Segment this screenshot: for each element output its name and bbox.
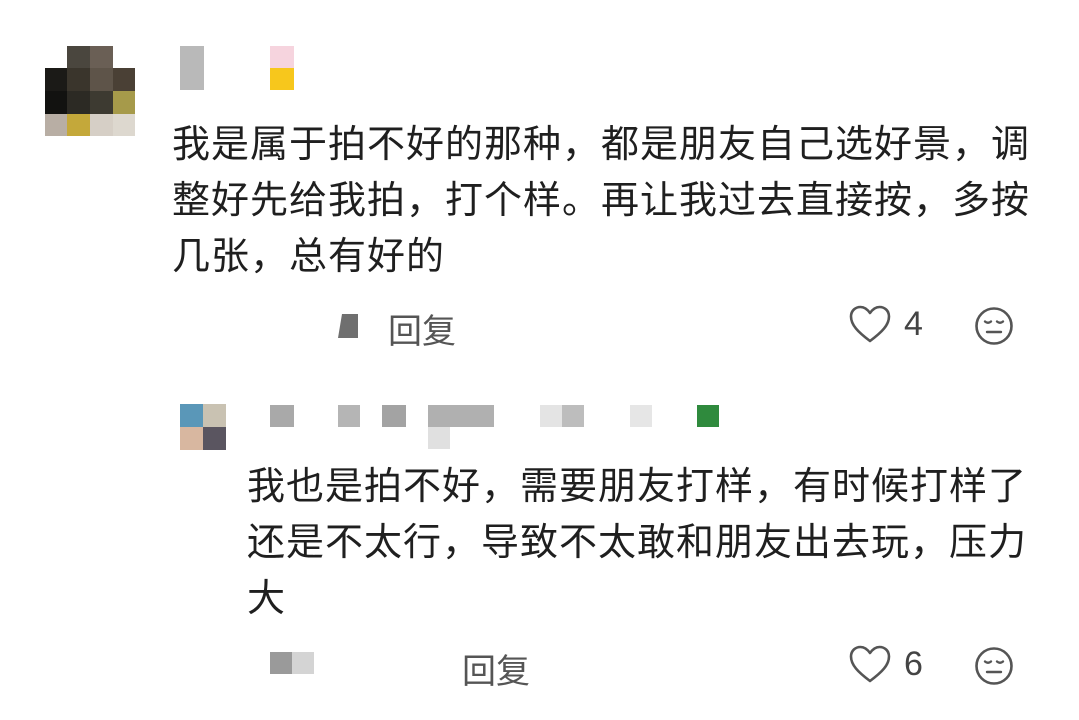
reaction-button[interactable]	[974, 646, 1014, 690]
heart-outline-icon	[849, 645, 891, 683]
comment-text: 我是属于拍不好的那种，都是朋友自己选好景，调整好先给我拍，打个样。再让我过去直接…	[172, 122, 1031, 278]
blurred-location-tag	[270, 652, 314, 674]
like-count: 6	[904, 644, 923, 683]
avatar[interactable]	[45, 46, 135, 136]
comment-text: 我也是拍不好，需要朋友打样，有时候打样了还是不太行，导致不太敢和朋友出去玩，压力…	[247, 464, 1028, 620]
neutral-face-icon	[975, 307, 1013, 345]
like-button[interactable]: 4	[848, 304, 923, 344]
like-button[interactable]: 6	[848, 644, 923, 684]
heart-outline-icon	[849, 305, 891, 343]
blurred-location-tag	[338, 314, 358, 338]
reply-button[interactable]: 回复	[462, 644, 530, 693]
username[interactable]	[270, 405, 730, 451]
reaction-button[interactable]	[974, 306, 1014, 350]
avatar[interactable]	[180, 404, 226, 450]
like-count: 4	[904, 304, 923, 343]
neutral-face-icon	[975, 647, 1013, 685]
reply-button[interactable]: 回复	[388, 304, 456, 353]
username[interactable]	[180, 46, 310, 92]
